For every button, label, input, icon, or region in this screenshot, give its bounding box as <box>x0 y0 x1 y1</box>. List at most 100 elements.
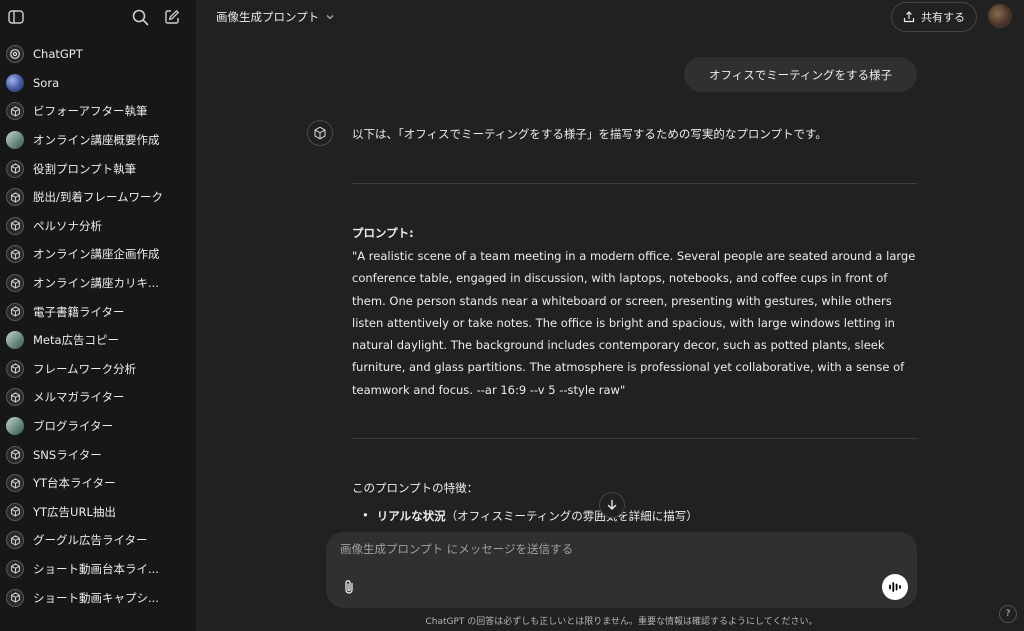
scroll-to-bottom-button[interactable] <box>599 492 625 518</box>
feature-bullet: • リアルな状況（オフィスミーティングの雰囲気を詳細に描写） <box>362 508 698 524</box>
sidebar-item-label: 脱出/到着フレームワーク <box>33 190 164 205</box>
share-label: 共有する <box>921 11 965 24</box>
gpt-cube-icon <box>6 302 24 321</box>
divider <box>352 183 917 184</box>
disclaimer: ChatGPT の回答は必ずしも正しいとは限りません。重要な情報は確認するように… <box>425 617 818 627</box>
gpt-cube-icon <box>6 388 24 407</box>
gpt-cube-icon <box>6 559 24 578</box>
gpt-custom-avatar <box>6 417 24 436</box>
sidebar-item[interactable]: ショート動画キャプシ... <box>0 583 196 612</box>
sidebar-item-label: ショート動画台本ライ... <box>33 561 159 576</box>
gpt-cube-icon <box>6 359 24 378</box>
gpt-cube-icon <box>314 126 326 140</box>
sidebar-item-label: Sora <box>33 75 60 90</box>
prompt-line: "A realistic scene of a team meeting in … <box>352 249 916 263</box>
share-icon <box>903 11 915 23</box>
sidebar-item[interactable]: YT台本ライター <box>0 469 196 498</box>
gpt-cube-icon <box>6 588 24 607</box>
waveform-icon <box>889 582 901 592</box>
sidebar-item[interactable]: 電子書籍ライター <box>0 297 196 326</box>
sidebar-item[interactable]: グーグル広告ライター <box>0 526 196 555</box>
sidebar-item[interactable]: メルマガライター <box>0 383 196 412</box>
gpt-custom-avatar <box>6 131 24 150</box>
sidebar-item-label: 役割プロンプト執筆 <box>33 161 137 176</box>
gpt-cube-icon <box>6 245 24 264</box>
search-icon[interactable] <box>130 7 150 27</box>
sidebar-item[interactable]: ペルソナ分析 <box>0 212 196 241</box>
sidebar-item-label: ビフォーアフター執筆 <box>33 104 148 119</box>
sidebar-item-label: オンライン講座企画作成 <box>33 247 160 262</box>
sora-avatar <box>6 73 24 92</box>
sidebar-item-label: Meta広告コピー <box>33 333 120 348</box>
user-message: オフィスでミーティングをする様子 <box>684 57 917 92</box>
chatgpt-logo-icon <box>6 45 24 64</box>
bullet-dot: • <box>362 508 369 522</box>
sidebar-item-label: SNSライター <box>33 447 102 462</box>
gpt-cube-icon <box>6 188 24 207</box>
message-input[interactable] <box>340 542 880 556</box>
sidebar-item-label: ペルソナ分析 <box>33 218 102 233</box>
sidebar-item[interactable]: ビフォーアフター執筆 <box>0 97 196 126</box>
sidebar-item-label: ブログライター <box>33 419 114 434</box>
sidebar-item[interactable]: ブログライター <box>0 412 196 441</box>
sidebar-item[interactable]: YT広告URL抽出 <box>0 498 196 527</box>
help-button[interactable]: ? <box>999 605 1017 623</box>
sidebar-item[interactable]: フレームワーク分析 <box>0 355 196 384</box>
prompt-heading: プロンプト: <box>352 226 414 240</box>
sidebar-item-label: メルマガライター <box>33 390 125 405</box>
bullet-text: リアルな状況（オフィスミーティングの雰囲気を詳細に描写） <box>377 508 698 524</box>
share-button[interactable]: 共有する <box>891 2 977 32</box>
gpt-cube-icon <box>6 274 24 293</box>
new-chat-icon[interactable] <box>162 7 182 27</box>
sidebar-item[interactable]: Sora <box>0 69 196 98</box>
gpt-custom-avatar <box>6 331 24 350</box>
prompt-line: listen attentively or take notes. The of… <box>352 315 895 330</box>
sidebar-toolbar <box>0 0 196 34</box>
sidebar-item-label: オンライン講座概要作成 <box>33 133 160 148</box>
gpt-cube-icon <box>6 474 24 493</box>
sidebar-item[interactable]: オンライン講座カリキ... <box>0 269 196 298</box>
gpt-cube-icon <box>6 445 24 464</box>
sidebar-item-label: YT台本ライター <box>33 476 116 491</box>
sidebar-item[interactable]: オンライン講座概要作成 <box>0 126 196 155</box>
sidebar-item-label: ショート動画キャプシ... <box>33 590 159 605</box>
prompt-line: natural daylight. The background include… <box>352 338 885 353</box>
divider <box>352 438 917 439</box>
gpt-cube-icon <box>6 216 24 235</box>
model-selector-label: 画像生成プロンプト <box>216 10 320 24</box>
assistant-avatar <box>307 120 333 146</box>
gpt-cube-icon <box>6 159 24 178</box>
chevron-down-icon <box>326 15 334 20</box>
prompt-line: conference table, engaged in discussion,… <box>352 271 888 286</box>
model-selector[interactable]: 画像生成プロンプト <box>216 9 335 25</box>
sidebar-item[interactable]: 役割プロンプト執筆 <box>0 154 196 183</box>
attach-icon[interactable] <box>338 576 360 598</box>
voice-mode-button[interactable] <box>882 574 908 600</box>
sidebar-item[interactable]: Meta広告コピー <box>0 326 196 355</box>
sidebar-item-label: フレームワーク分析 <box>33 361 137 376</box>
sidebar-item[interactable]: オンライン講座企画作成 <box>0 240 196 269</box>
sidebar-item-label: ChatGPT <box>33 47 83 62</box>
bullet-bold: リアルな状況 <box>376 509 446 523</box>
toggle-sidebar-icon[interactable] <box>6 7 26 27</box>
prompt-line: furniture, and glass partitions. The atm… <box>352 360 905 375</box>
composer <box>326 532 917 608</box>
sidebar-item[interactable]: SNSライター <box>0 440 196 469</box>
sidebar-item-label: YT広告URL抽出 <box>33 504 116 519</box>
features-heading: このプロンプトの特徴： <box>352 481 479 495</box>
assistant-intro: 以下は、「オフィスでミーティングをする様子」を描写するための写実的なプロンプトで… <box>352 127 827 141</box>
sidebar-item[interactable]: ショート動画台本ライ... <box>0 555 196 584</box>
bullet-rest: （オフィスミーティングの雰囲気を詳細に描写） <box>445 509 698 523</box>
sidebar-item-label: オンライン講座カリキ... <box>33 276 159 291</box>
user-message-text: オフィスでミーティングをする様子 <box>708 67 893 82</box>
sidebar-item-label: グーグル広告ライター <box>33 533 148 548</box>
gpt-list: ChatGPT Sora ビフォーアフター執筆 オンライン講座概要作成 役割プロンプト執… <box>0 40 196 612</box>
arrow-down-icon <box>607 499 617 510</box>
gpt-cube-icon <box>6 531 24 550</box>
user-avatar[interactable] <box>988 4 1012 28</box>
prompt-body: "A realistic scene of a team meeting in … <box>352 245 917 401</box>
sidebar-item[interactable]: 脱出/到着フレームワーク <box>0 183 196 212</box>
prompt-line: teamwork and focus. --ar 16:9 --v 5 --st… <box>352 382 626 397</box>
sidebar-item[interactable]: ChatGPT <box>0 40 196 69</box>
sidebar-item-label: 電子書籍ライター <box>33 304 125 319</box>
